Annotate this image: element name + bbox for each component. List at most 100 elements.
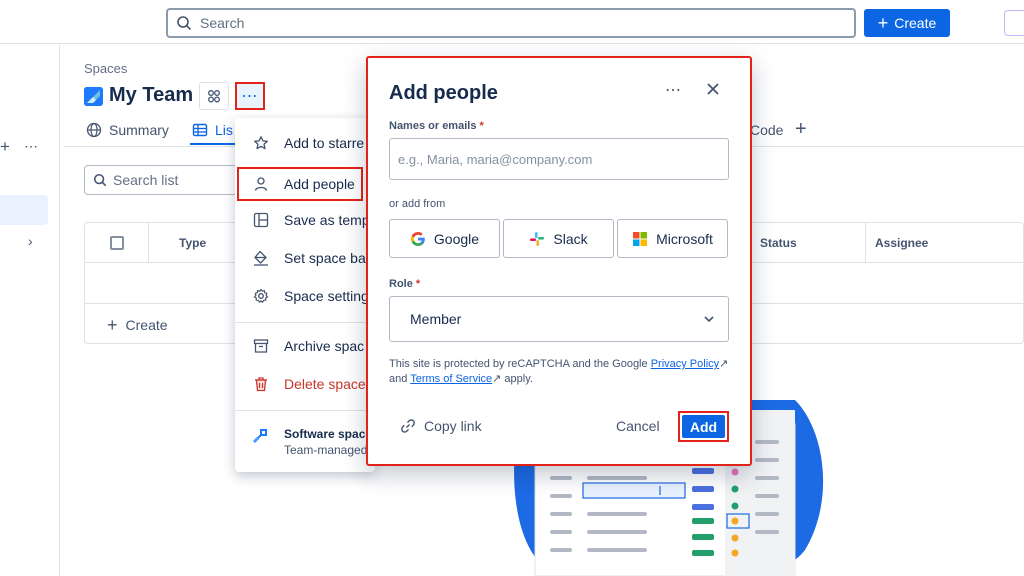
page-title: My Team [109, 84, 194, 106]
tab-list[interactable]: Lis [192, 122, 233, 138]
notice-and-text: and [389, 373, 408, 385]
required-mark: * [415, 278, 421, 290]
software-space-icon [253, 429, 267, 443]
column-divider [148, 223, 149, 263]
column-header-status[interactable]: Status [760, 236, 797, 250]
terms-of-service-link[interactable]: Terms of Service [410, 373, 492, 385]
external-link-icon: ↗ [492, 373, 502, 385]
space-people-button[interactable] [199, 82, 229, 110]
space-logo-icon [84, 87, 103, 106]
role-label-text: Role [389, 278, 413, 290]
microsoft-button[interactable]: Microsoft [617, 219, 728, 258]
space-actions-menu: Add to starre Add people Save as temp Se… [235, 118, 375, 472]
select-all-checkbox[interactable] [110, 236, 124, 250]
space-type-title: Software space [284, 427, 373, 441]
search-icon [177, 16, 192, 31]
names-field-label: Names or emails * [389, 120, 484, 132]
search-list-placeholder: Search list [113, 172, 179, 188]
add-button-highlight: Add [678, 411, 729, 442]
search-icon [93, 173, 107, 187]
create-row-button[interactable]: + Create [107, 316, 168, 334]
left-sidebar: + ⋯ › [0, 45, 60, 576]
tab-summary[interactable]: Summary [86, 122, 169, 138]
provider-label: Google [433, 230, 480, 247]
required-mark: * [479, 120, 484, 132]
create-row-label: Create [125, 317, 168, 333]
copy-link-button[interactable]: Copy link [400, 418, 482, 434]
archive-icon [253, 339, 269, 353]
more-icon: ⋯ [241, 88, 259, 105]
list-icon [192, 123, 208, 137]
menu-item-set-space-background[interactable]: Set space ba [235, 241, 375, 275]
tab-summary-label: Summary [109, 122, 169, 138]
plus-icon: + [877, 13, 889, 33]
sidebar-more-icon[interactable]: ⋯ [24, 138, 39, 155]
column-header-assignee[interactable]: Assignee [875, 236, 928, 250]
menu-item-save-as-template[interactable]: Save as temp [235, 203, 375, 237]
gear-icon [253, 288, 269, 303]
sidebar-add-icon[interactable]: + [0, 137, 14, 157]
cancel-button[interactable]: Cancel [616, 418, 660, 434]
tab-list-label: Lis [215, 122, 233, 138]
chevron-right-icon[interactable]: › [28, 233, 33, 249]
breadcrumb[interactable]: Spaces [84, 61, 127, 76]
role-select[interactable]: Member [389, 296, 729, 342]
person-icon [254, 177, 268, 191]
space-type-subtitle: Team-managed [284, 443, 368, 457]
trash-icon [255, 377, 267, 392]
names-label-text: Names or emails [389, 120, 477, 132]
create-button-label: Create [894, 15, 937, 31]
space-more-actions-button[interactable]: ⋯ [235, 82, 265, 110]
template-icon [253, 212, 269, 228]
menu-item-space-settings[interactable]: Space setting [235, 279, 375, 313]
names-emails-input[interactable]: e.g., Maria, maria@company.com [389, 138, 729, 180]
menu-divider [235, 322, 375, 323]
slack-button[interactable]: Slack [503, 219, 614, 258]
menu-item-add-people[interactable]: Add people [237, 167, 363, 201]
menu-item-add-to-starred[interactable]: Add to starre [235, 126, 375, 160]
profile-avatar-edge[interactable] [1004, 10, 1024, 36]
menu-item-archive-space[interactable]: Archive spac [235, 329, 375, 363]
recaptcha-notice: This site is protected by reCAPTCHA and … [389, 357, 734, 387]
menu-item-label: Archive spac [284, 338, 365, 354]
people-icon [208, 90, 220, 103]
add-button-label: Add [689, 418, 718, 435]
create-button[interactable]: + Create [864, 9, 950, 37]
add-people-dialog: Add people ⋯ Names or emails * e.g., Mar… [366, 56, 752, 466]
paint-bucket-icon [254, 250, 268, 266]
menu-item-label: Add people [284, 176, 355, 192]
menu-divider [235, 410, 375, 411]
names-placeholder: e.g., Maria, maria@company.com [398, 151, 593, 167]
privacy-policy-link[interactable]: Privacy Policy [651, 358, 719, 370]
google-button[interactable]: Google [389, 219, 500, 258]
menu-item-label: Set space ba [284, 250, 366, 266]
notice-text: This site is protected by reCAPTCHA and … [389, 358, 648, 370]
menu-item-label: Delete space [284, 376, 366, 392]
search-list-input[interactable]: Search list [84, 165, 244, 195]
dialog-more-icon[interactable]: ⋯ [665, 80, 682, 100]
dialog-title: Add people [389, 82, 498, 104]
tab-code[interactable]: Code [750, 122, 783, 138]
role-selected-value: Member [410, 311, 462, 327]
chevron-down-icon [704, 316, 714, 323]
sidebar-item-active[interactable] [0, 195, 48, 225]
menu-item-delete-space[interactable]: Delete space [235, 367, 375, 401]
external-link-icon: ↗ [719, 358, 729, 370]
tab-code-label: Code [750, 122, 784, 138]
close-icon[interactable] [704, 80, 722, 98]
column-divider [865, 223, 866, 263]
column-header-type[interactable]: Type [179, 236, 206, 250]
top-bar: Search + Create [0, 0, 1024, 44]
microsoft-icon [633, 231, 648, 246]
search-placeholder: Search [200, 15, 245, 31]
add-button[interactable]: Add [682, 415, 725, 438]
or-add-from-label: or add from [389, 198, 446, 210]
link-icon [401, 419, 415, 433]
menu-item-label: Space setting [284, 288, 369, 304]
global-search-input[interactable]: Search [166, 8, 856, 38]
menu-item-label: Add to starre [284, 135, 365, 151]
active-tab-indicator [190, 143, 236, 145]
notice-suffix-text: apply. [504, 373, 533, 385]
add-tab-button[interactable]: + [795, 118, 807, 141]
plus-icon: + [107, 315, 118, 335]
